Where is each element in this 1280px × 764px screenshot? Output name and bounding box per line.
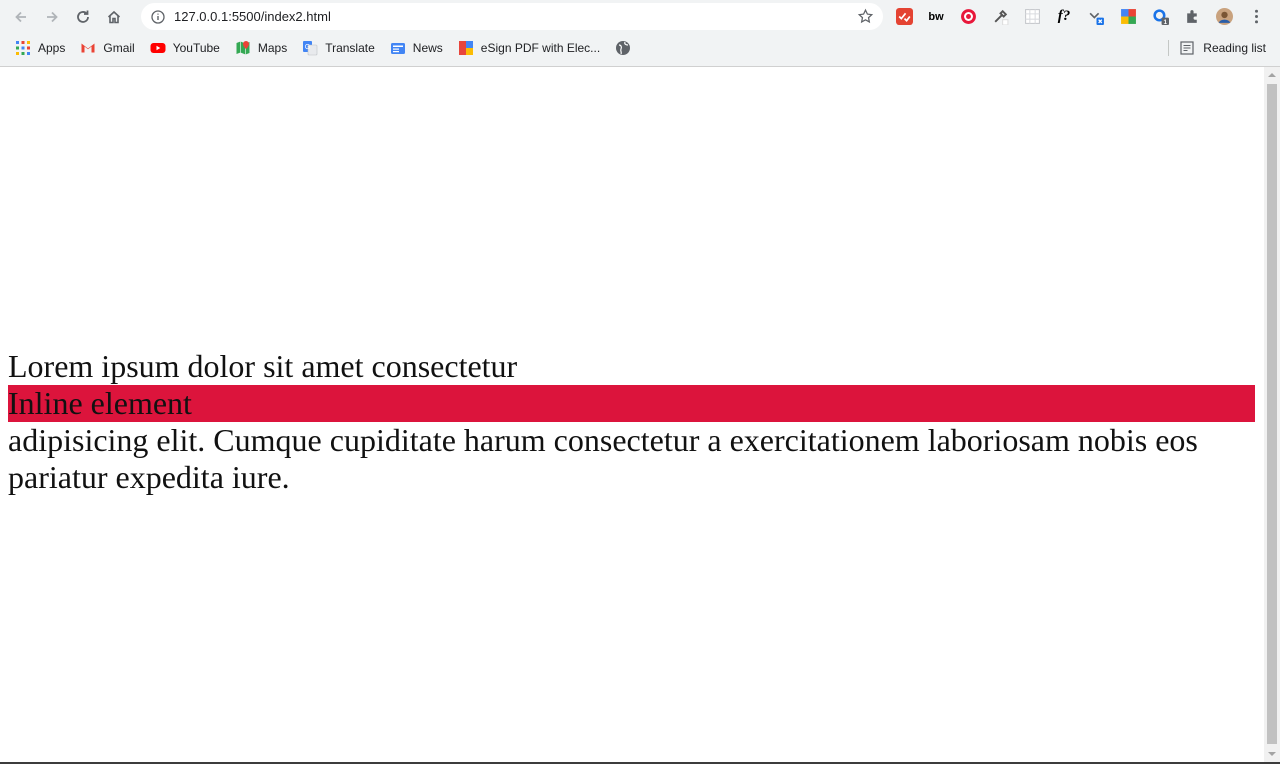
reload-icon bbox=[77, 10, 89, 23]
gear-extension-icon[interactable]: 1 bbox=[1149, 6, 1171, 28]
bookmark-translate[interactable]: G Translate bbox=[302, 37, 375, 59]
grid-extension-icon[interactable] bbox=[1021, 6, 1043, 28]
globe-icon bbox=[615, 40, 631, 56]
svg-text:G: G bbox=[305, 44, 310, 51]
bookmark-label: Maps bbox=[257, 41, 288, 55]
back-arrow-icon bbox=[15, 11, 26, 22]
profile-avatar[interactable] bbox=[1213, 6, 1235, 28]
paragraph-line-3: adipisicing elit. Cumque cupiditate haru… bbox=[8, 422, 1198, 495]
bookmark-gmail[interactable]: Gmail bbox=[80, 37, 135, 59]
bookmark-label: eSign PDF with Elec... bbox=[480, 41, 601, 55]
bw-extension-icon[interactable]: bw bbox=[925, 6, 947, 28]
browser-toolbar: 127.0.0.1:5500/index2.html bw f? 1 bbox=[0, 0, 1280, 33]
target-extension-icon[interactable] bbox=[957, 6, 979, 28]
forward-arrow-icon bbox=[47, 11, 58, 22]
youtube-icon bbox=[150, 40, 166, 56]
colorful-extension-icon[interactable] bbox=[1117, 6, 1139, 28]
reading-list-icon bbox=[1180, 41, 1194, 55]
vertical-scrollbar[interactable] bbox=[1264, 67, 1280, 762]
maps-icon bbox=[235, 40, 251, 56]
news-icon bbox=[390, 40, 406, 56]
bookmark-globe[interactable] bbox=[615, 37, 638, 59]
page-viewport: Lorem ipsum dolor sit amet consectetur I… bbox=[0, 67, 1264, 762]
home-button[interactable] bbox=[101, 4, 127, 30]
bookmark-star-icon[interactable] bbox=[857, 8, 874, 25]
reload-button[interactable] bbox=[70, 4, 96, 30]
site-info-icon[interactable] bbox=[151, 9, 165, 24]
url-text[interactable]: 127.0.0.1:5500/index2.html bbox=[174, 9, 331, 24]
puzzle-extension-icon[interactable] bbox=[1181, 6, 1203, 28]
bookmark-label: Gmail bbox=[103, 41, 135, 55]
download-extension-icon[interactable] bbox=[1085, 6, 1107, 28]
address-bar[interactable]: 127.0.0.1:5500/index2.html bbox=[141, 3, 883, 30]
bookmark-label: Translate bbox=[325, 41, 375, 55]
page-content: Lorem ipsum dolor sit amet consectetur I… bbox=[8, 348, 1255, 496]
bookmark-maps[interactable]: Maps bbox=[235, 37, 287, 59]
bookmarks-separator bbox=[1168, 40, 1170, 56]
whatfont-extension-icon[interactable]: f? bbox=[1053, 6, 1075, 28]
extensions-area: bw f? 1 bbox=[893, 4, 1277, 29]
browser-menu-button[interactable] bbox=[1245, 6, 1267, 28]
gmail-icon bbox=[80, 40, 96, 56]
reading-list-button[interactable]: Reading list bbox=[1168, 36, 1266, 60]
forward-button[interactable] bbox=[39, 4, 65, 30]
svg-text:1: 1 bbox=[1163, 19, 1167, 25]
home-icon bbox=[107, 10, 121, 23]
eyedropper-extension-icon[interactable] bbox=[989, 6, 1011, 28]
bookmark-label: YouTube bbox=[172, 41, 220, 55]
bookmark-news[interactable]: News bbox=[390, 37, 443, 59]
bookmark-youtube[interactable]: YouTube bbox=[150, 37, 220, 59]
apps-grid-icon bbox=[15, 40, 31, 56]
scrollbar-thumb[interactable] bbox=[1267, 84, 1277, 744]
scroll-up-arrow-icon[interactable] bbox=[1264, 67, 1280, 83]
bookmark-label: News bbox=[412, 41, 443, 55]
todoist-extension-icon[interactable] bbox=[893, 6, 915, 28]
bookmarks-bar: Apps Gmail YouTube Maps G Translate News… bbox=[0, 36, 1280, 60]
translate-icon: G bbox=[302, 40, 318, 56]
bookmark-esign[interactable]: eSign PDF with Elec... bbox=[458, 37, 600, 59]
esign-icon bbox=[458, 40, 474, 56]
bookmark-label: Apps bbox=[38, 41, 66, 55]
paragraph-line-1: Lorem ipsum dolor sit amet consectetur bbox=[8, 348, 518, 384]
back-button[interactable] bbox=[8, 4, 34, 30]
inline-element-highlight: Inline element bbox=[8, 385, 1255, 422]
reading-list-label: Reading list bbox=[1203, 41, 1266, 55]
scroll-down-arrow-icon[interactable] bbox=[1264, 746, 1280, 762]
browser-chrome: 127.0.0.1:5500/index2.html bw f? 1 Apps … bbox=[0, 0, 1280, 67]
bookmark-apps[interactable]: Apps bbox=[15, 37, 65, 59]
